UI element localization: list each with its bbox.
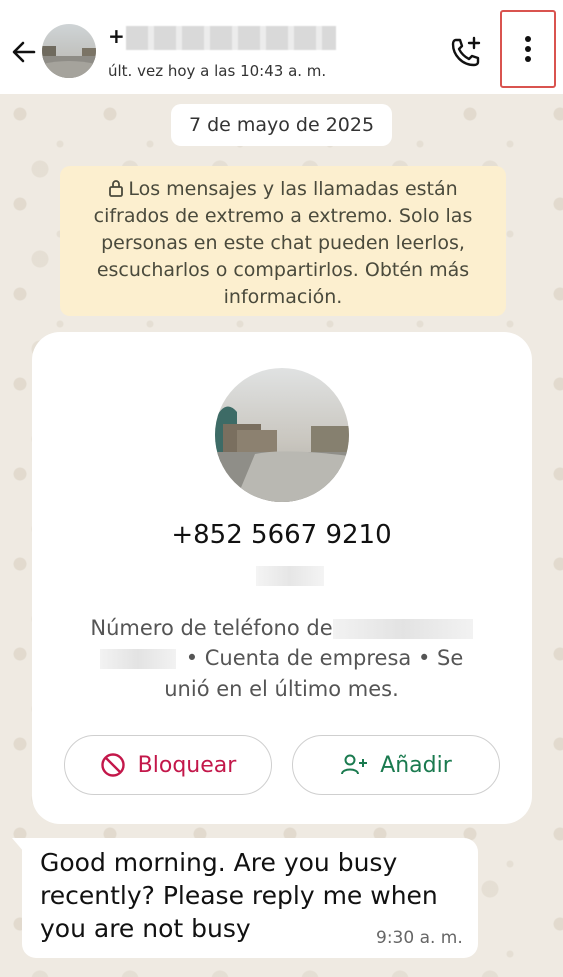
block-label: Bloquear (137, 752, 237, 778)
block-button[interactable]: Bloquear (64, 735, 272, 795)
contact-name-redacted (126, 26, 336, 50)
block-icon (100, 753, 125, 777)
encryption-notice[interactable]: Los mensajes y las llamadas están cifrad… (60, 166, 506, 316)
back-button[interactable] (8, 36, 40, 68)
business-account-label: • Cuenta de empresa • Se (185, 646, 464, 670)
contact-info-line-3: unió en el último mes. (164, 677, 399, 701)
contact-info-line-2: • Cuenta de empresa • Se (0, 646, 563, 670)
contact-name-prefix[interactable]: + (108, 24, 125, 48)
last-seen-status: últ. vez hoy a las 10:43 a. m. (108, 62, 327, 80)
redacted-text (256, 566, 324, 586)
contact-avatar[interactable] (42, 24, 96, 78)
encryption-notice-text: Los mensajes y las llamadas están cifrad… (93, 178, 473, 308)
add-call-icon (451, 36, 481, 67)
phone-owner-label: Número de teléfono de (90, 616, 333, 640)
date-separator: 7 de mayo de 2025 (171, 104, 392, 146)
arrow-left-icon (12, 41, 36, 63)
message-timestamp: 9:30 a. m. (376, 928, 463, 948)
contact-info-line-1: Número de teléfono de (0, 616, 563, 640)
redacted-text (332, 619, 473, 639)
lock-icon (109, 180, 124, 197)
contact-phone-number: +852 5667 9210 (171, 520, 392, 550)
more-vertical-icon (525, 36, 531, 62)
add-call-button[interactable] (448, 34, 484, 70)
chat-header: + últ. vez hoy a las 10:43 a. m. (0, 0, 563, 94)
add-label: Añadir (380, 752, 452, 778)
add-contact-button[interactable]: Añadir (292, 735, 500, 795)
contact-profile-photo[interactable] (215, 368, 349, 502)
add-person-icon (341, 754, 368, 775)
redacted-text (99, 649, 176, 669)
more-options-button[interactable] (500, 10, 556, 88)
